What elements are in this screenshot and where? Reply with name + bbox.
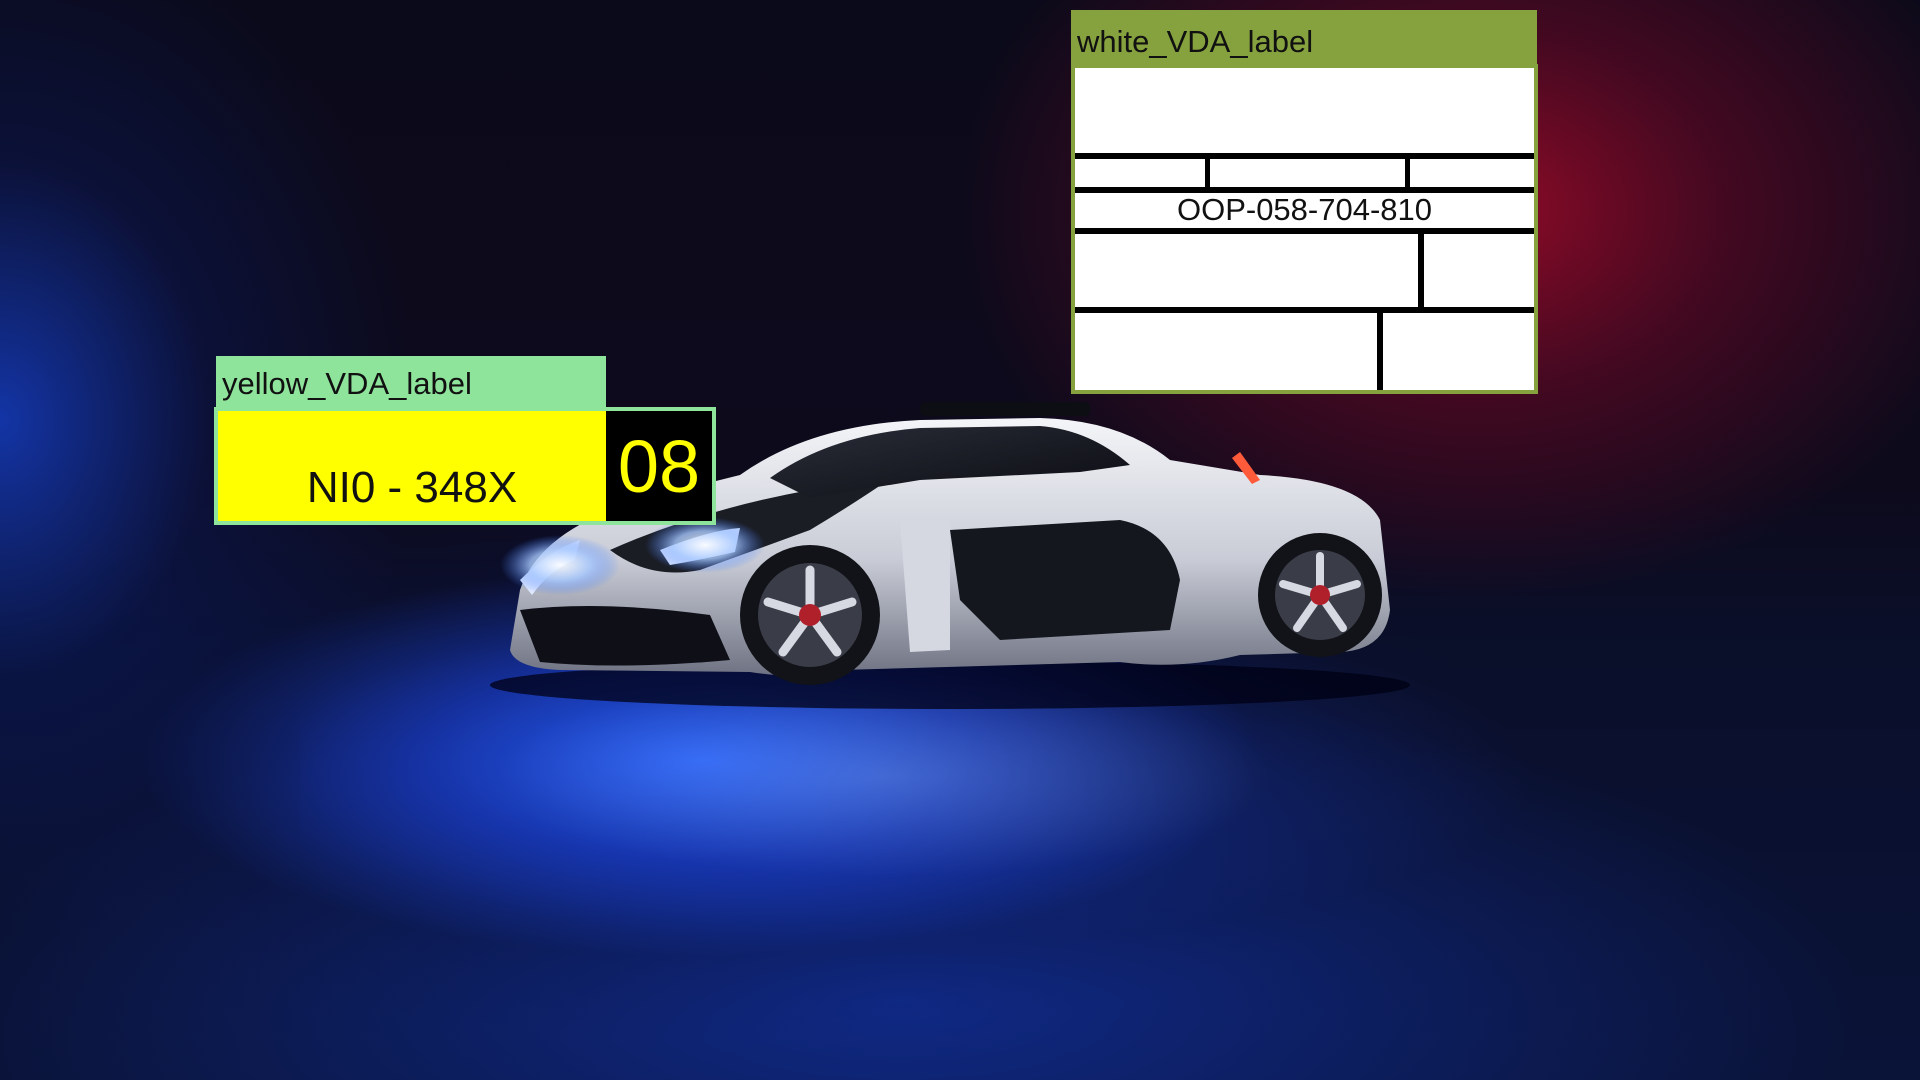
label-divider	[1075, 153, 1534, 159]
label-divider	[1377, 310, 1383, 390]
white-vda-label-box: OOP-058-704-810	[1071, 64, 1538, 394]
photo-background: yellow_VDA_label NI0 - 348X 08 white_VDA…	[0, 0, 1920, 1080]
yellow-plate-number: 08	[606, 411, 712, 521]
label-divider	[1075, 228, 1534, 234]
label-divider	[1405, 156, 1410, 190]
white-vda-label-tag: white_VDA_label	[1071, 10, 1537, 66]
white-label-code: OOP-058-704-810	[1176, 192, 1433, 227]
yellow-vda-label-box: NI0 - 348X 08	[214, 407, 716, 525]
label-divider	[1205, 156, 1210, 190]
yellow-vda-label-class: yellow_VDA_label	[222, 366, 472, 401]
label-divider	[1075, 307, 1534, 313]
yellow-plate-text: NI0 - 348X	[306, 463, 518, 512]
label-divider	[1418, 231, 1424, 310]
yellow-vda-label-tag: yellow_VDA_label	[216, 356, 606, 408]
white-vda-label-class: white_VDA_label	[1077, 24, 1314, 59]
